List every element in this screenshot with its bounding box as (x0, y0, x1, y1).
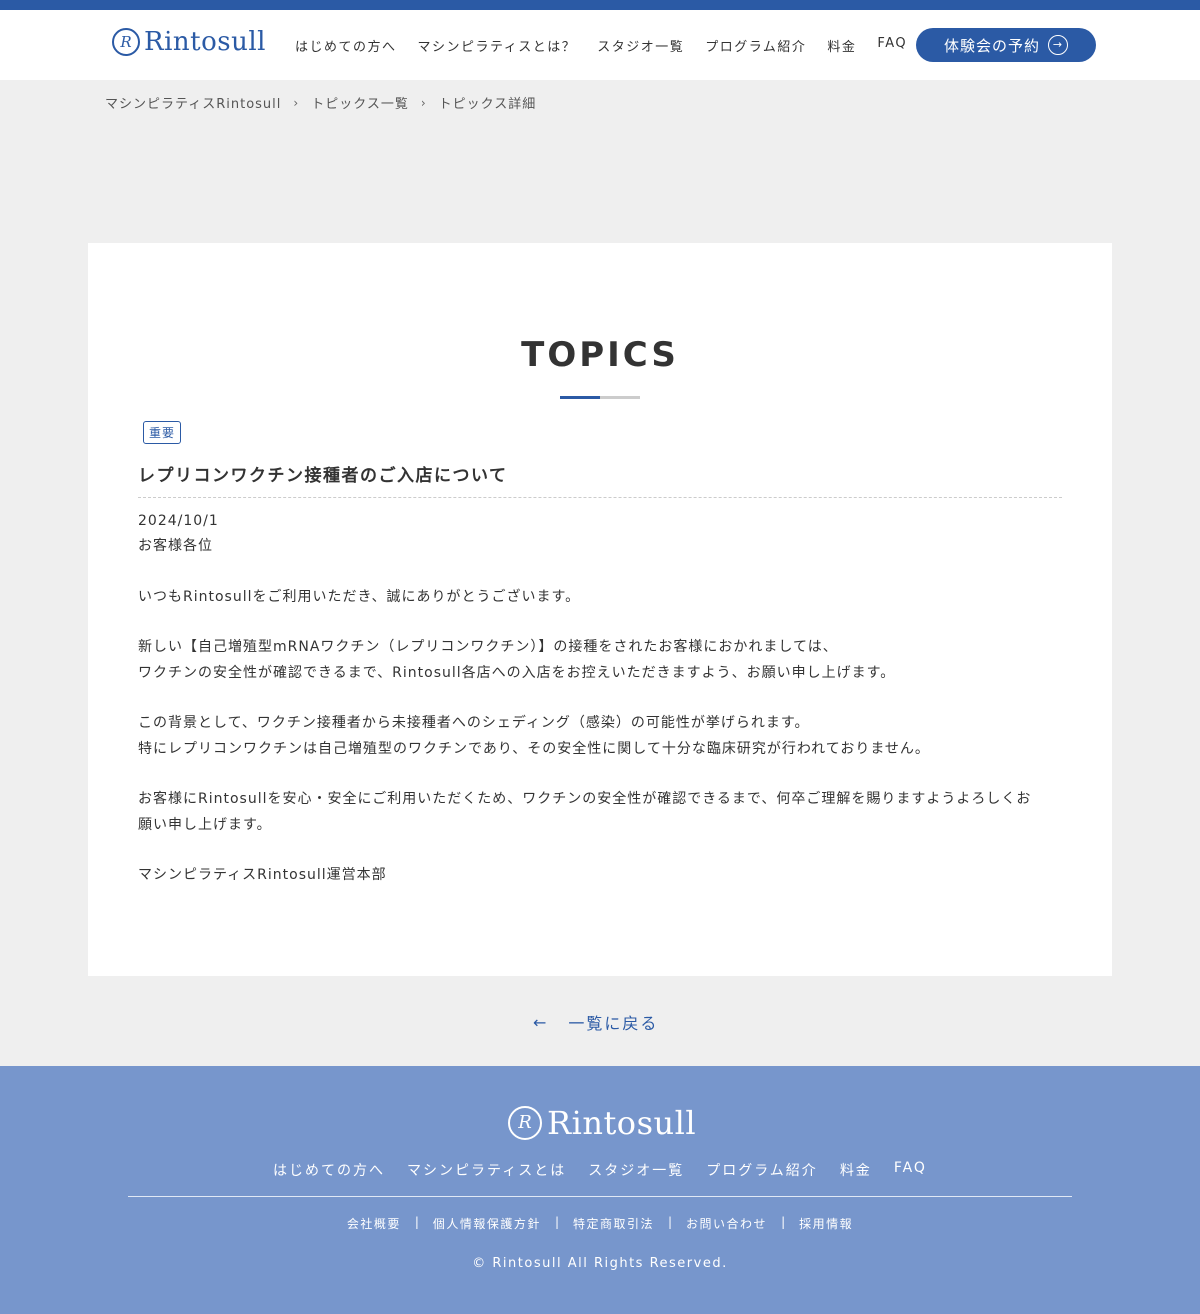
logo-text: Rintosull (547, 1104, 697, 1142)
top-accent-bar (0, 0, 1200, 10)
footer-nav-about[interactable]: マシンピラティスとは (407, 1160, 566, 1180)
footer-link-contact[interactable]: お問い合わせ (686, 1215, 767, 1232)
nav-beginners[interactable]: はじめての方へ (295, 36, 397, 55)
body-line: ワクチンの安全性が確認できるまで、Rintosull各店への入店をお控えいただき… (138, 664, 896, 681)
back-to-list-link[interactable]: ← 一覧に戻る (533, 1010, 658, 1034)
importance-badge: 重要 (143, 421, 182, 444)
pipe-separator: | (668, 1215, 673, 1229)
article-date: 2024/10/1 (138, 513, 219, 529)
footer-nav-programs[interactable]: プログラム紹介 (706, 1160, 818, 1180)
nav-pricing[interactable]: 料金 (827, 36, 856, 55)
site-footer: R Rintosull はじめての方へ マシンピラティスとは スタジオ一覧 プロ… (0, 1066, 1200, 1314)
breadcrumb-current: トピックス詳細 (438, 97, 537, 112)
pipe-separator: | (414, 1215, 419, 1229)
body-line: お客様にRintosullを安心・安全にご利用いただくため、ワクチンの安全性が確… (138, 791, 1032, 808)
nav-faq[interactable]: FAQ (877, 36, 907, 55)
reserve-trial-label: 体験会の予約 (943, 36, 1040, 55)
site-logo[interactable]: R Rintosull (112, 27, 266, 57)
pipe-separator: | (554, 1215, 559, 1229)
arrow-right-circle-icon: → (1048, 35, 1068, 55)
pipe-separator: | (781, 1215, 786, 1229)
logo-text: Rintosull (144, 27, 266, 57)
footer-divider (128, 1196, 1072, 1197)
footer-link-company[interactable]: 会社概要 (347, 1215, 401, 1232)
back-to-list-label: 一覧に戻る (568, 1014, 659, 1033)
logo-mark-icon: R (112, 28, 140, 56)
footer-nav-pricing[interactable]: 料金 (840, 1160, 872, 1180)
body-line: いつもRintosullをご利用いただき、誠にありがとうございます。 (138, 588, 581, 605)
topic-card: TOPICS 重要 レプリコンワクチン接種者のご入店について 2024/10/1… (88, 243, 1112, 976)
body-line: お客様各位 (138, 538, 213, 555)
footer-link-privacy[interactable]: 個人情報保護方針 (433, 1215, 541, 1232)
nav-programs[interactable]: プログラム紹介 (705, 36, 806, 55)
footer-nav-beginners[interactable]: はじめての方へ (273, 1160, 385, 1180)
article-body: 2024/10/1 お客様各位 いつもRintosullをご利用いただき、誠にあ… (138, 509, 1068, 888)
body-line: 特にレプリコンワクチンは自己増殖型のワクチンであり、その安全性に関して十分な臨床… (138, 740, 930, 757)
body-line: この背景として、ワクチン接種者から未接種者へのシェディング（感染）の可能性が挙げ… (138, 715, 810, 732)
footer-sub-links: 会社概要 | 個人情報保護方針 | 特定商取引法 | お問い合わせ | 採用情報 (0, 1215, 1200, 1232)
title-underline (560, 396, 640, 399)
title-underline-accent (560, 396, 600, 399)
nav-studios[interactable]: スタジオ一覧 (597, 36, 684, 55)
copyright: © Rintosull All Rights Reserved. (472, 1256, 728, 1271)
footer-logo[interactable]: R Rintosull (508, 1104, 696, 1142)
title-divider (138, 497, 1062, 498)
breadcrumb: マシンピラティスRintosull › トピックス一覧 › トピックス詳細 (105, 93, 537, 113)
breadcrumb-topics-list[interactable]: トピックス一覧 (311, 93, 409, 112)
breadcrumb-home[interactable]: マシンピラティスRintosull (105, 93, 281, 112)
main-nav: はじめての方へ マシンピラティスとは？ スタジオ一覧 プログラム紹介 料金 FA… (295, 36, 907, 55)
footer-link-recruit[interactable]: 採用情報 (799, 1215, 853, 1232)
chevron-right-icon: › (293, 95, 300, 110)
section-title: TOPICS (521, 335, 679, 375)
site-header: R Rintosull はじめての方へ マシンピラティスとは？ スタジオ一覧 プ… (0, 10, 1200, 80)
footer-nav: はじめての方へ マシンピラティスとは スタジオ一覧 プログラム紹介 料金 FAQ (0, 1160, 1200, 1180)
footer-nav-studios[interactable]: スタジオ一覧 (588, 1160, 684, 1180)
article-title: レプリコンワクチン接種者のご入店について (138, 466, 508, 486)
nav-about-machine-pilates[interactable]: マシンピラティスとは？ (418, 36, 577, 55)
logo-mark-icon: R (508, 1106, 542, 1140)
arrow-left-icon: ← (533, 1012, 549, 1032)
reserve-trial-button[interactable]: 体験会の予約 → (916, 28, 1096, 62)
chevron-right-icon: › (420, 95, 427, 110)
footer-nav-faq[interactable]: FAQ (894, 1160, 927, 1180)
footer-link-commerce-law[interactable]: 特定商取引法 (573, 1215, 654, 1232)
body-line: 願い申し上げます。 (138, 816, 272, 833)
body-line: 新しい【自己増殖型mRNAワクチン（レプリコンワクチン）】の接種をされたお客様に… (138, 639, 838, 656)
body-line: マシンピラティスRintosull運営本部 (138, 867, 387, 884)
